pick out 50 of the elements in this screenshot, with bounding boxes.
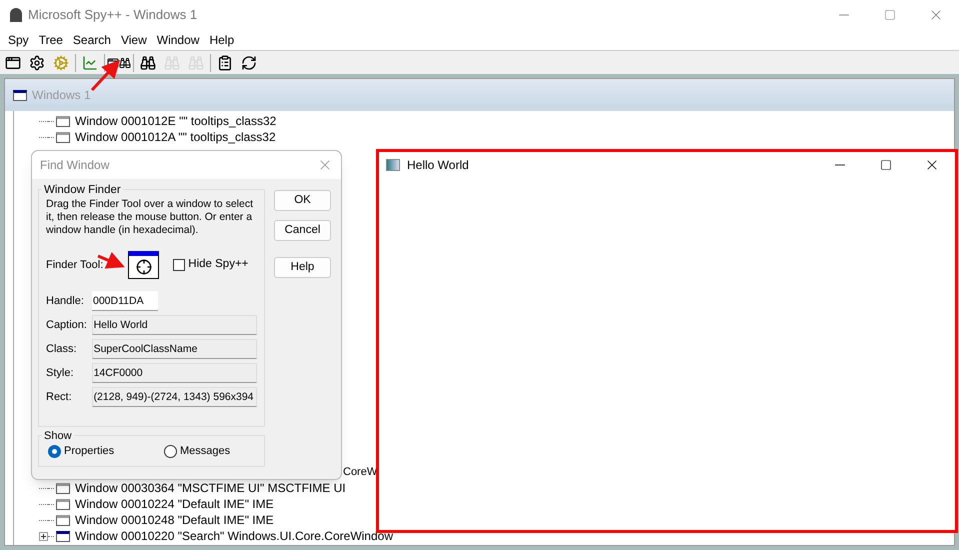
radio-button[interactable] — [48, 444, 61, 458]
app-icon — [386, 159, 400, 171]
radio-label: Properties — [64, 444, 114, 459]
checkbox-label: Hide Spy++ — [188, 257, 248, 272]
field-label: Style: — [46, 366, 75, 381]
menu-item[interactable]: Tree — [34, 31, 68, 49]
window-icon — [56, 132, 70, 142]
tree-item[interactable]: Window 0001012A "" tooltips_class32 — [75, 128, 276, 146]
partial-tree-item[interactable]: CoreW — [343, 466, 378, 478]
checkbox[interactable] — [173, 259, 186, 271]
menu-item[interactable]: Search — [68, 31, 116, 49]
value-field[interactable]: Hello World — [92, 315, 257, 335]
window-icon — [56, 498, 70, 510]
tree-item[interactable]: Window 0001012E "" tooltips_class32 — [75, 112, 276, 130]
window-icon — [56, 530, 70, 542]
field-label: Rect: — [46, 390, 73, 405]
tree-item[interactable]: Window 00010248 "Default IME" IME — [75, 511, 274, 529]
menu-item[interactable]: Spy — [3, 31, 34, 49]
maximize-icon[interactable] — [880, 159, 892, 171]
field-label: Caption: — [46, 318, 88, 333]
finder-tool-label: Finder Tool: — [46, 258, 104, 273]
tree-item[interactable]: Window 00030364 "MSCTFIME UI" MSCTFIME UI — [75, 479, 346, 497]
value-field[interactable]: SuperCoolClassName — [92, 339, 257, 359]
dialog-button[interactable]: Cancel — [274, 220, 331, 241]
field-label: Handle: — [46, 294, 85, 309]
value-field[interactable]: 14CF0000 — [92, 363, 257, 383]
radio-label: Messages — [180, 444, 230, 459]
child-window-title: Windows 1 — [32, 87, 91, 104]
tree-item[interactable]: Window 00010224 "Default IME" IME — [75, 495, 274, 513]
menu-item[interactable]: Help — [204, 31, 240, 49]
window-icon — [56, 482, 70, 494]
expand-icon[interactable] — [39, 532, 48, 540]
window-title: Microsoft Spy++ - Windows 1 — [28, 6, 198, 24]
dialog-button[interactable]: OK — [274, 190, 331, 211]
dialog-title: Find Window — [40, 157, 110, 174]
window-icon — [13, 90, 27, 100]
menu-item[interactable]: Window — [152, 31, 204, 49]
value-field[interactable]: (2128, 949)-(2724, 1343) 596x394 — [92, 387, 257, 407]
field-label: Class: — [46, 342, 78, 357]
window-title: Hello World — [407, 157, 469, 174]
menu-item[interactable]: View — [116, 31, 152, 49]
finder-tool-icon[interactable] — [128, 251, 160, 279]
annotation-arrow — [90, 60, 120, 92]
window-icon — [56, 116, 70, 126]
instructions-text: Drag the Finder Tool over a window to select it, then release the mouse button. Or enter a window handle (in hexadecimal). — [46, 198, 254, 237]
value-field[interactable]: 000D11DA — [92, 291, 158, 311]
dialog-button[interactable]: Help — [274, 257, 331, 278]
window-icon — [56, 514, 70, 526]
tree-item[interactable]: Window 00010220 "Search" Windows.UI.Core.CoreWindow — [75, 527, 393, 545]
radio-button[interactable] — [164, 444, 177, 458]
